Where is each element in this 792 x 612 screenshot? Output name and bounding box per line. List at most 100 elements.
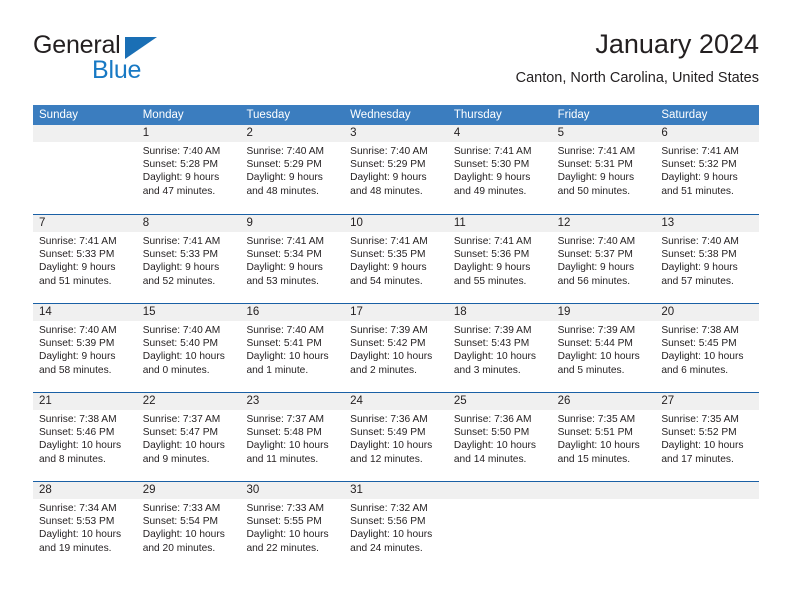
- sunset-time: Sunset: 5:53 PM: [39, 516, 115, 528]
- daylight-duration-line1: Daylight: 10 hours: [453, 351, 536, 363]
- calendar-day-cell[interactable]: 12 Sunrise: 7:40 AM Sunset: 5:37 PM Dayligh…: [551, 215, 656, 303]
- calendar-day-cell-empty: [447, 482, 552, 570]
- daylight-duration-line1: Daylight: 10 hours: [39, 440, 122, 452]
- page-title: January 2024: [595, 29, 759, 59]
- calendar-day-cell[interactable]: 28 Sunrise: 7:34 AM Sunset: 5:53 PM Dayligh…: [33, 482, 137, 570]
- calendar-week-row: 28 Sunrise: 7:34 AM Sunset: 5:53 PM Dayligh…: [33, 481, 760, 570]
- daylight-duration-line1: Daylight: 9 hours: [39, 351, 116, 363]
- calendar-day-cell[interactable]: 5 Sunrise: 7:41 AM Sunset: 5:31 PM Daylight…: [551, 125, 656, 214]
- calendar-week-row: 21 Sunrise: 7:38 AM Sunset: 5:46 PM Dayligh…: [33, 392, 760, 481]
- calendar-day-cell[interactable]: 31 Sunrise: 7:32 AM Sunset: 5:56 PM Dayligh…: [344, 482, 448, 570]
- day-details: Sunrise: 7:40 AM Sunset: 5:39 PM Daylight:…: [33, 321, 137, 377]
- daylight-duration-line2: and 19 minutes.: [39, 542, 112, 554]
- daylight-duration-line1: Daylight: 9 hours: [453, 172, 531, 184]
- sunrise-time: Sunrise: 7:40 AM: [142, 146, 221, 157]
- day-number: 31: [344, 482, 448, 499]
- calendar-day-cell[interactable]: 7 Sunrise: 7:41 AM Sunset: 5:33 PM Daylight…: [33, 215, 137, 303]
- day-number: 5: [551, 125, 656, 142]
- daylight-duration-line2: and 11 minutes.: [246, 453, 319, 465]
- day-number: 8: [136, 215, 241, 232]
- day-details: Sunrise: 7:41 AM Sunset: 5:35 PM Daylight:…: [344, 232, 448, 288]
- calendar-day-cell[interactable]: 14 Sunrise: 7:40 AM Sunset: 5:39 PM Dayligh…: [33, 304, 137, 392]
- sunrise-time: Sunrise: 7:38 AM: [39, 414, 117, 425]
- daylight-duration-line2: and 51 minutes.: [39, 275, 112, 287]
- daylight-duration-line2: and 20 minutes.: [142, 542, 216, 554]
- day-details: Sunrise: 7:32 AM Sunset: 5:56 PM Daylight:…: [344, 499, 448, 555]
- day-details: Sunrise: 7:41 AM Sunset: 5:30 PM Daylight:…: [448, 142, 552, 198]
- weekday-header-tuesday: Tuesday: [246, 109, 291, 121]
- daylight-duration-line1: Daylight: 10 hours: [142, 529, 225, 541]
- day-details: Sunrise: 7:33 AM Sunset: 5:55 PM Daylight:…: [240, 499, 344, 555]
- page-subtitle: Canton, North Carolina, United States: [515, 70, 759, 86]
- calendar-day-cell[interactable]: 30 Sunrise: 7:33 AM Sunset: 5:55 PM Dayligh…: [240, 482, 345, 570]
- calendar-day-cell[interactable]: 25 Sunrise: 7:36 AM Sunset: 5:50 PM Dayligh…: [447, 393, 552, 481]
- calendar-day-cell[interactable]: 9 Sunrise: 7:41 AM Sunset: 5:34 PM Daylight…: [240, 215, 345, 303]
- calendar-day-cell[interactable]: 4 Sunrise: 7:41 AM Sunset: 5:30 PM Daylight…: [447, 125, 552, 214]
- calendar-day-cell[interactable]: 18 Sunrise: 7:39 AM Sunset: 5:43 PM Dayligh…: [447, 304, 552, 392]
- daylight-duration-line1: Daylight: 10 hours: [246, 351, 329, 363]
- daylight-duration-line2: and 49 minutes.: [453, 185, 527, 197]
- calendar-day-cell[interactable]: 11 Sunrise: 7:41 AM Sunset: 5:36 PM Dayligh…: [447, 215, 552, 303]
- day-number: 14: [33, 304, 137, 321]
- calendar-day-cell[interactable]: 2 Sunrise: 7:40 AM Sunset: 5:29 PM Daylight…: [240, 125, 345, 214]
- daylight-duration-line1: Daylight: 10 hours: [350, 440, 433, 452]
- daylight-duration-line2: and 3 minutes.: [453, 364, 521, 376]
- day-details: Sunrise: 7:40 AM Sunset: 5:29 PM Daylight:…: [344, 142, 448, 198]
- calendar-day-cell[interactable]: 21 Sunrise: 7:38 AM Sunset: 5:46 PM Dayligh…: [33, 393, 137, 481]
- calendar-day-cell[interactable]: 29 Sunrise: 7:33 AM Sunset: 5:54 PM Dayligh…: [136, 482, 241, 570]
- weekday-header-friday: Friday: [557, 109, 590, 121]
- calendar-day-cell[interactable]: 8 Sunrise: 7:41 AM Sunset: 5:33 PM Daylight…: [136, 215, 241, 303]
- day-details: Sunrise: 7:41 AM Sunset: 5:33 PM Daylight:…: [137, 232, 241, 288]
- calendar-day-cell[interactable]: 24 Sunrise: 7:36 AM Sunset: 5:49 PM Dayligh…: [344, 393, 448, 481]
- calendar-day-cell[interactable]: 20 Sunrise: 7:38 AM Sunset: 5:45 PM Dayligh…: [655, 304, 760, 392]
- general-blue-logo[interactable]: General Blue: [33, 31, 233, 89]
- calendar-day-cell[interactable]: 23 Sunrise: 7:37 AM Sunset: 5:48 PM Dayligh…: [240, 393, 345, 481]
- sunset-time: Sunset: 5:30 PM: [453, 159, 530, 171]
- daylight-duration-line2: and 5 minutes.: [557, 364, 625, 376]
- daylight-duration-line2: and 9 minutes.: [142, 453, 210, 465]
- sunrise-time: Sunrise: 7:33 AM: [142, 503, 221, 514]
- sunset-time: Sunset: 5:49 PM: [350, 427, 426, 439]
- sunset-time: Sunset: 5:39 PM: [39, 338, 115, 350]
- daylight-duration-line2: and 22 minutes.: [246, 542, 319, 554]
- day-number: 17: [344, 304, 448, 321]
- day-number: 24: [344, 393, 448, 410]
- daylight-duration-line2: and 50 minutes.: [557, 185, 631, 197]
- daylight-duration-line1: Daylight: 9 hours: [350, 262, 427, 274]
- calendar-day-cell[interactable]: 3 Sunrise: 7:40 AM Sunset: 5:29 PM Daylight…: [344, 125, 448, 214]
- sunset-time: Sunset: 5:32 PM: [661, 159, 737, 171]
- sunset-time: Sunset: 5:29 PM: [350, 159, 426, 171]
- sunset-time: Sunset: 5:48 PM: [246, 427, 322, 439]
- day-number: 3: [344, 125, 448, 142]
- calendar-day-cell[interactable]: 1 Sunrise: 7:40 AM Sunset: 5:28 PM Daylight…: [136, 125, 241, 214]
- sunset-time: Sunset: 5:31 PM: [557, 159, 633, 171]
- daylight-duration-line1: Daylight: 9 hours: [661, 172, 738, 184]
- sunset-time: Sunset: 5:51 PM: [557, 427, 633, 439]
- daylight-duration-line1: Daylight: 9 hours: [142, 262, 220, 274]
- day-details: Sunrise: 7:39 AM Sunset: 5:44 PM Daylight:…: [552, 321, 656, 377]
- day-number: [33, 125, 137, 142]
- calendar-day-cell[interactable]: 22 Sunrise: 7:37 AM Sunset: 5:47 PM Dayligh…: [136, 393, 241, 481]
- daylight-duration-line1: Daylight: 10 hours: [246, 440, 329, 452]
- calendar-day-cell[interactable]: 19 Sunrise: 7:39 AM Sunset: 5:44 PM Dayligh…: [551, 304, 656, 392]
- calendar-day-cell[interactable]: 27 Sunrise: 7:35 AM Sunset: 5:52 PM Dayligh…: [655, 393, 760, 481]
- calendar-day-cell[interactable]: 6 Sunrise: 7:41 AM Sunset: 5:32 PM Daylight…: [655, 125, 760, 214]
- calendar-day-cell[interactable]: 16 Sunrise: 7:40 AM Sunset: 5:41 PM Dayligh…: [240, 304, 345, 392]
- calendar-day-cell[interactable]: 26 Sunrise: 7:35 AM Sunset: 5:51 PM Dayligh…: [551, 393, 656, 481]
- sunset-time: Sunset: 5:43 PM: [453, 338, 530, 350]
- day-number: 28: [33, 482, 137, 499]
- calendar-week-row: 7 Sunrise: 7:41 AM Sunset: 5:33 PM Daylight…: [33, 214, 760, 303]
- sunset-time: Sunset: 5:35 PM: [350, 249, 426, 261]
- daylight-duration-line2: and 12 minutes.: [350, 453, 423, 465]
- day-number: 6: [655, 125, 760, 142]
- calendar-day-cell[interactable]: 13 Sunrise: 7:40 AM Sunset: 5:38 PM Dayligh…: [655, 215, 760, 303]
- calendar-day-cell[interactable]: 10 Sunrise: 7:41 AM Sunset: 5:35 PM Dayligh…: [344, 215, 448, 303]
- day-number: 16: [240, 304, 345, 321]
- daylight-duration-line2: and 17 minutes.: [661, 453, 734, 465]
- day-number: 26: [551, 393, 656, 410]
- calendar-day-cell[interactable]: 17 Sunrise: 7:39 AM Sunset: 5:42 PM Dayligh…: [344, 304, 448, 392]
- sunrise-time: Sunrise: 7:38 AM: [661, 325, 739, 336]
- day-number: 2: [240, 125, 345, 142]
- day-details: Sunrise: 7:39 AM Sunset: 5:43 PM Daylight:…: [448, 321, 552, 377]
- calendar-day-cell[interactable]: 15 Sunrise: 7:40 AM Sunset: 5:40 PM Dayligh…: [136, 304, 241, 392]
